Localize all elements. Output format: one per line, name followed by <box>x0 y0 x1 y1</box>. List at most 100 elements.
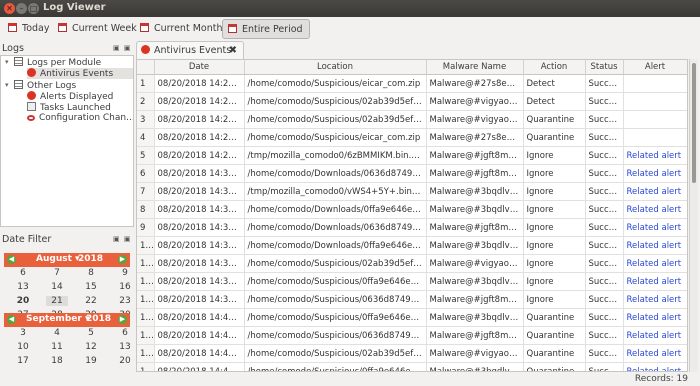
records-count: Records: 19 <box>634 374 688 384</box>
close-tab-icon[interactable]: ✖ <box>229 42 237 59</box>
next-month-icon[interactable]: ▶ <box>118 315 127 324</box>
calendar-day[interactable]: 23 <box>114 296 136 306</box>
maximize-window-icon[interactable]: □ <box>28 3 39 14</box>
column-header[interactable]: Date <box>154 60 245 75</box>
table-cell: Ignore <box>523 290 586 309</box>
column-header[interactable]: Alert <box>623 60 687 75</box>
minimize-window-icon[interactable]: – <box>16 3 27 14</box>
table-cell: /home/comodo/Downloads/0ffa9e646e8... <box>244 236 427 255</box>
column-header[interactable]: Malware Name <box>426 60 524 75</box>
calendar-day[interactable]: 14 <box>46 282 68 292</box>
related-alert-link[interactable]: Related alert <box>623 146 687 165</box>
related-alert-link[interactable]: Related alert <box>623 236 687 255</box>
calendar-day[interactable]: 7 <box>46 268 68 278</box>
month-selector[interactable]: September ▾ <box>26 314 89 324</box>
today-button[interactable]: Today <box>3 19 55 39</box>
calendar-day[interactable]: 11 <box>46 342 68 352</box>
calendar-day[interactable]: 8 <box>80 268 102 278</box>
calendar-day[interactable]: 16 <box>114 282 136 292</box>
table-row[interactable]: 17 08/20/2018 14:43:42/home/comodo/Suspic… <box>137 362 687 371</box>
table-row[interactable]: 1 08/20/2018 14:26:26/home/comodo/Suspici… <box>137 74 687 93</box>
calendar-day[interactable]: 12 <box>80 342 102 352</box>
dock-float-close-icon[interactable]: ▣ ▣ <box>113 235 131 243</box>
row-number: 17 <box>137 362 155 371</box>
table-row[interactable]: 4 08/20/2018 14:27:54/home/comodo/Suspici… <box>137 128 687 147</box>
table-row[interactable]: 12 08/20/2018 14:31:33/home/comodo/Suspic… <box>137 272 687 291</box>
related-alert-link[interactable]: Related alert <box>623 254 687 273</box>
calendar-day[interactable]: 15 <box>80 282 102 292</box>
tree-item-logs-per-module[interactable]: Logs per Module <box>14 57 101 68</box>
vertical-scrollbar[interactable] <box>689 59 698 372</box>
table-row[interactable]: 2 08/20/2018 14:26:26/home/comodo/Suspici… <box>137 92 687 111</box>
collapse-icon[interactable]: ▾ <box>5 82 11 89</box>
calendar-day[interactable]: 20 <box>12 296 34 306</box>
dock-float-close-icon[interactable]: ▣ ▣ <box>113 44 131 52</box>
related-alert-link[interactable]: Related alert <box>623 200 687 219</box>
calendar-day[interactable]: 21 <box>46 296 68 306</box>
collapse-icon[interactable]: ▾ <box>5 59 11 66</box>
month-selector[interactable]: August ▾ <box>36 254 80 264</box>
column-header[interactable] <box>137 60 155 75</box>
tree-item-antivirus-events[interactable]: Antivirus Events <box>27 68 133 79</box>
tree-item-other-logs[interactable]: Other Logs <box>14 80 76 91</box>
calendar-day[interactable]: 17 <box>12 356 34 366</box>
calendar-day[interactable]: 22 <box>80 296 102 306</box>
table-row[interactable]: 9 08/20/2018 14:30:48/home/comodo/Downloa… <box>137 218 687 237</box>
close-window-icon[interactable]: ✕ <box>4 3 15 14</box>
calendar-day[interactable]: 3 <box>12 328 34 338</box>
table-row[interactable]: 5 08/20/2018 14:29:38/tmp/mozilla_comodo0… <box>137 146 687 165</box>
table-cell: Success <box>585 128 624 147</box>
tree-item-alerts-displayed[interactable]: Alerts Displayed <box>27 91 113 102</box>
calendar-day[interactable]: 10 <box>12 342 34 352</box>
calendar-day[interactable]: 5 <box>80 328 102 338</box>
calendar-day[interactable]: 18 <box>46 356 68 366</box>
year-label[interactable]: 2018 <box>86 314 111 324</box>
related-alert-link[interactable]: Related alert <box>623 164 687 183</box>
calendar-day[interactable]: 13 <box>114 342 136 352</box>
table-row[interactable]: 11 08/20/2018 14:31:27/home/comodo/Suspic… <box>137 254 687 273</box>
column-header[interactable]: Action <box>523 60 586 75</box>
related-alert-link[interactable]: Related alert <box>623 308 687 327</box>
next-month-icon[interactable]: ▶ <box>118 255 127 264</box>
calendar-day[interactable]: 6 <box>114 328 136 338</box>
table-row[interactable]: 14 08/20/2018 14:42:35/home/comodo/Suspic… <box>137 308 687 327</box>
table-row[interactable]: 6 08/20/2018 14:30:06/home/comodo/Downloa… <box>137 164 687 183</box>
related-alert-link[interactable]: Related alert <box>623 326 687 345</box>
related-alert-link[interactable]: Related alert <box>623 272 687 291</box>
related-alert-link[interactable]: Related alert <box>623 218 687 237</box>
scrollbar-thumb[interactable] <box>692 63 696 183</box>
table-cell: Quarantine <box>523 326 586 345</box>
logs-tree: ▾ Logs per Module Antivirus Events ▾ Oth… <box>0 55 134 227</box>
table-row[interactable]: 3 08/20/2018 14:27:54/home/comodo/Suspici… <box>137 110 687 129</box>
prev-month-icon[interactable]: ◀ <box>7 315 16 324</box>
year-label[interactable]: 2018 <box>78 254 103 264</box>
calendar-day[interactable]: 20 <box>114 356 136 366</box>
related-alert-link[interactable]: Related alert <box>623 344 687 363</box>
table-row[interactable]: 10 08/20/2018 14:30:50/home/comodo/Downlo… <box>137 236 687 255</box>
related-alert-link[interactable]: Related alert <box>623 362 687 371</box>
table-cell: Malware@#vigyaokl... <box>426 254 524 273</box>
table-row[interactable]: 15 08/20/2018 14:42:37/home/comodo/Suspic… <box>137 326 687 345</box>
column-header[interactable]: Status <box>585 60 624 75</box>
entire-period-button[interactable]: Entire Period <box>222 19 310 39</box>
tree-item-configuration-changes[interactable]: Configuration Chan... <box>27 113 133 124</box>
tab-antivirus-events[interactable]: Antivirus Events ✖ <box>136 41 244 59</box>
column-header[interactable]: Location <box>244 60 427 75</box>
calendar-day[interactable]: 13 <box>12 282 34 292</box>
calendar-day[interactable]: 9 <box>114 268 136 278</box>
calendar-day[interactable]: 6 <box>12 268 34 278</box>
row-number: 9 <box>137 218 155 237</box>
current-month-button[interactable]: Current Month <box>135 19 228 39</box>
table-row[interactable]: 13 08/20/2018 14:31:35/home/comodo/Suspic… <box>137 290 687 309</box>
table-cell: /home/comodo/Suspicious/0636d8749ec... <box>244 326 427 345</box>
tree-item-tasks-launched[interactable]: Tasks Launched <box>27 102 111 113</box>
table-row[interactable]: 16 08/20/2018 14:42:37/home/comodo/Suspic… <box>137 344 687 363</box>
calendar-day[interactable]: 19 <box>80 356 102 366</box>
current-week-button[interactable]: Current Week <box>53 19 143 39</box>
table-row[interactable]: 8 08/20/2018 14:30:39/home/comodo/Downloa… <box>137 200 687 219</box>
related-alert-link[interactable]: Related alert <box>623 290 687 309</box>
related-alert-link[interactable]: Related alert <box>623 182 687 201</box>
table-row[interactable]: 7 08/20/2018 14:30:29/tmp/mozilla_comodo0… <box>137 182 687 201</box>
prev-month-icon[interactable]: ◀ <box>7 255 16 264</box>
calendar-day[interactable]: 4 <box>46 328 68 338</box>
